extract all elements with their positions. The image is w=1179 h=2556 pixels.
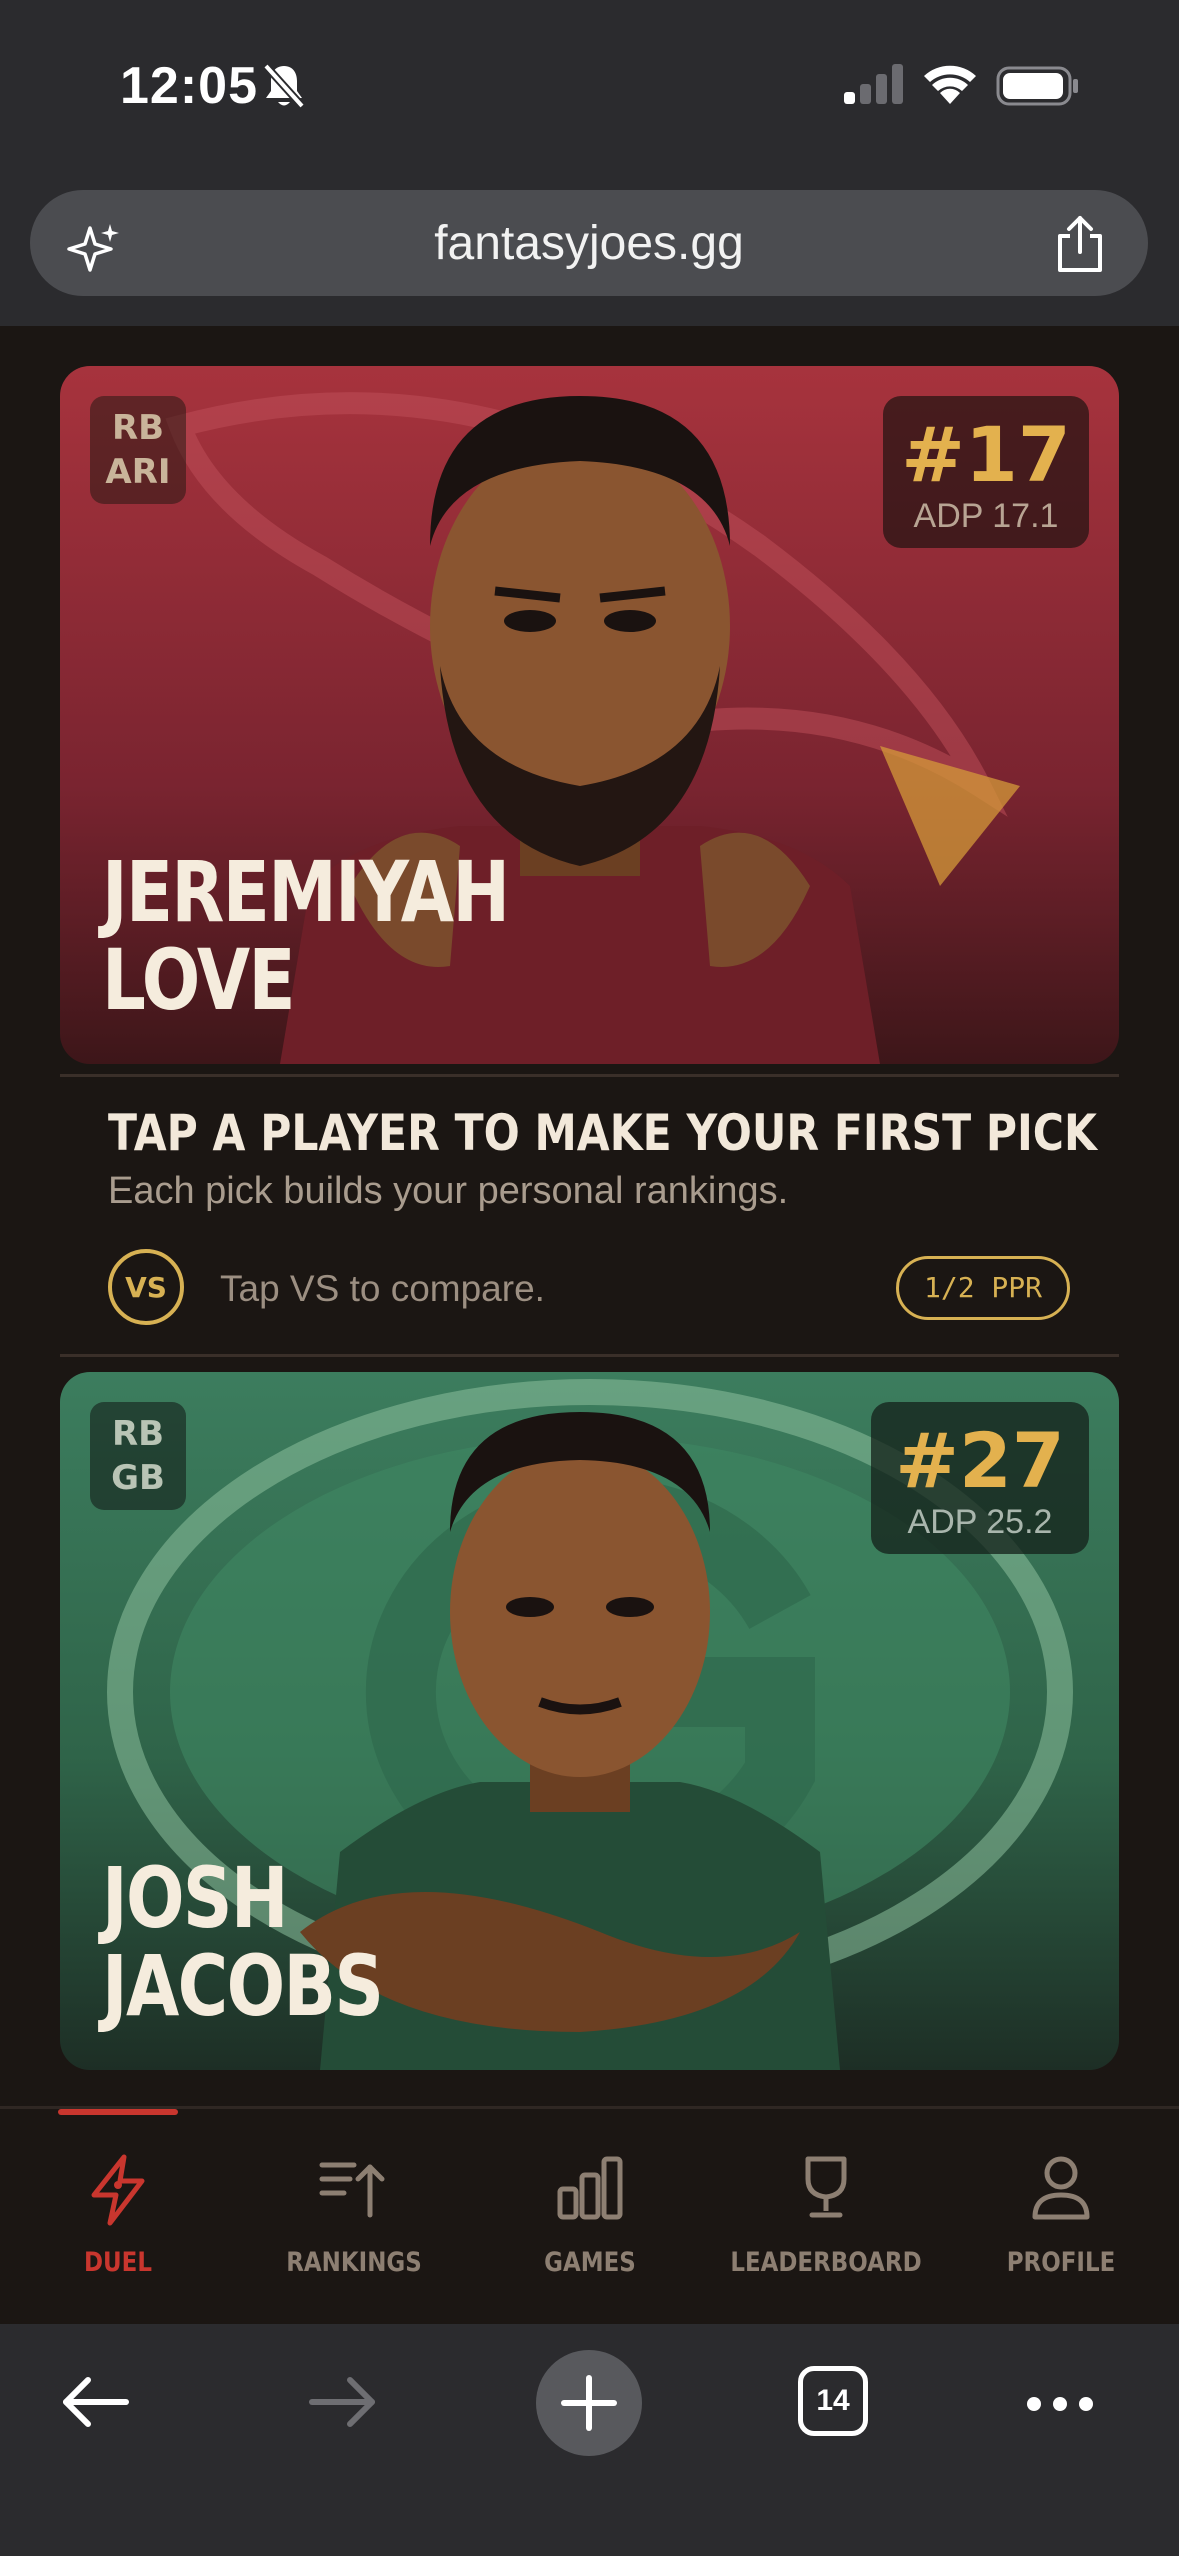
- sort-up-icon: [319, 2162, 385, 2218]
- player-name: JOSH JACOBS: [102, 1849, 384, 2035]
- pick-prompt-subtitle: Each pick builds your personal rankings.: [108, 1170, 789, 1212]
- divider: [60, 1354, 1119, 1357]
- cellular-signal-icon: [844, 64, 906, 109]
- battery-icon: [996, 66, 1080, 111]
- player-adp: ADP 25.2: [907, 1503, 1053, 1541]
- tab-label: RANKINGS: [286, 2247, 422, 2278]
- player-adp: ADP 17.1: [913, 497, 1059, 535]
- address-bar[interactable]: fantasyjoes.gg: [30, 190, 1148, 296]
- player-card-top[interactable]: RB ARI #17 ADP 17.1 JEREMIYAH LOVE: [60, 366, 1119, 1064]
- player-last-name: LOVE: [102, 931, 296, 1029]
- scoring-format-pill[interactable]: 1/2 PPR: [896, 1256, 1070, 1320]
- player-position: RB: [111, 1414, 165, 1454]
- position-team-badge: RB GB: [90, 1402, 186, 1510]
- browser-toolbar: fantasyjoes.gg: [0, 160, 1179, 326]
- tab-label: PROFILE: [1006, 2247, 1116, 2278]
- tab-rankings[interactable]: RANKINGS: [236, 2149, 472, 2278]
- tab-leaderboard[interactable]: LEADERBOARD: [708, 2149, 944, 2278]
- rank-badge: #17 ADP 17.1: [883, 396, 1089, 548]
- tab-count-button[interactable]: 14: [798, 2366, 868, 2436]
- new-tab-button[interactable]: [536, 2350, 642, 2456]
- player-team: GB: [111, 1458, 165, 1498]
- active-tab-indicator: [58, 2109, 178, 2115]
- player-rank: #17: [901, 410, 1071, 499]
- player-last-name: JACOBS: [102, 1937, 384, 2035]
- tab-games[interactable]: GAMES: [472, 2149, 708, 2278]
- forward-arrow-icon[interactable]: [304, 2364, 380, 2445]
- bolt-icon: [91, 2154, 145, 2226]
- plus-icon: [561, 2375, 617, 2431]
- tab-label: LEADERBOARD: [730, 2247, 922, 2278]
- vs-button[interactable]: VS: [108, 1249, 184, 1325]
- bar-chart-icon: [557, 2156, 623, 2220]
- player-card-bottom[interactable]: RB GB #27 ADP 25.2 JOSH JACOBS: [60, 1372, 1119, 2070]
- active-dot: [114, 2181, 122, 2189]
- trophy-icon: [805, 2156, 847, 2218]
- player-first-name: JOSH: [102, 1849, 289, 1947]
- user-icon: [1032, 2156, 1090, 2220]
- app-tab-bar: DUEL RANKINGS GAMES LEADERBOARD PROFILE: [0, 2106, 1179, 2327]
- tab-label: DUEL: [84, 2247, 152, 2278]
- wifi-icon: [922, 60, 978, 109]
- pick-prompt-title: TAP A PLAYER TO MAKE YOUR FIRST PICK: [108, 1104, 1097, 1162]
- player-rank: #27: [895, 1416, 1065, 1505]
- divider: [60, 1074, 1119, 1077]
- position-team-badge: RB ARI: [90, 396, 186, 504]
- player-name: JEREMIYAH LOVE: [102, 843, 510, 1029]
- bell-muted-icon: [262, 62, 306, 115]
- more-icon[interactable]: [1024, 2394, 1096, 2419]
- url-text[interactable]: fantasyjoes.gg: [30, 216, 1148, 271]
- share-icon[interactable]: [1052, 214, 1108, 279]
- back-arrow-icon[interactable]: [58, 2364, 134, 2445]
- duel-screen: RB ARI #17 ADP 17.1 JEREMIYAH LOVE RB GB…: [0, 326, 1179, 2106]
- tab-label: GAMES: [544, 2247, 636, 2278]
- vs-hint: Tap VS to compare.: [220, 1268, 545, 1309]
- status-time: 12:05: [120, 57, 258, 115]
- player-first-name: JEREMIYAH: [102, 843, 510, 941]
- player-position: RB: [111, 408, 165, 448]
- tab-profile[interactable]: PROFILE: [943, 2149, 1179, 2278]
- status-bar: 12:05: [0, 0, 1179, 160]
- rank-badge: #27 ADP 25.2: [871, 1402, 1089, 1554]
- tab-duel[interactable]: DUEL: [0, 2149, 236, 2278]
- browser-bottom-toolbar: 14: [0, 2324, 1179, 2556]
- player-team: ARI: [105, 452, 171, 492]
